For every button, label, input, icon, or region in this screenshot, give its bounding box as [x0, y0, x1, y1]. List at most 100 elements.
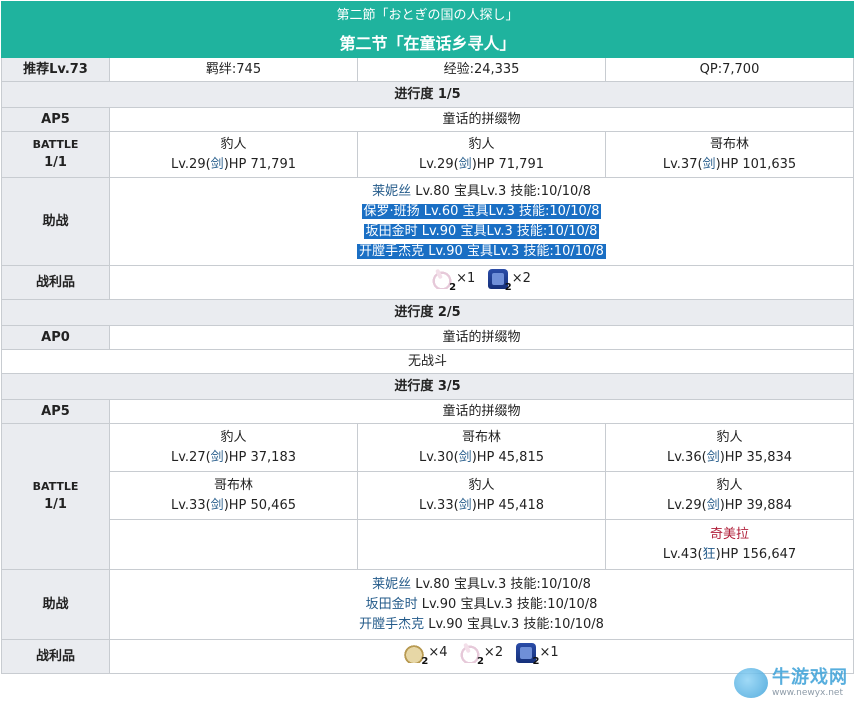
enemy-name: 哥布林 — [461, 429, 501, 445]
progress-header: 进行度 2/5 — [0, 299, 854, 326]
support-label: 助战 — [1, 177, 110, 266]
boss-name-link[interactable]: 奇美拉 — [710, 527, 749, 542]
servant-link[interactable]: 莱妮丝 — [372, 184, 411, 199]
loot-item: 2 ×2 — [459, 643, 503, 667]
progress-header: 进行度 1/5 — [0, 81, 854, 108]
ap-cost: AP5 — [1, 107, 110, 132]
boss-stats: Lv.43(狂)HP 156,647 — [662, 546, 797, 562]
area-name: 童话的拼缀物 — [108, 325, 854, 350]
enemy-stats: Lv.29(剑)HP 71,791 — [170, 156, 296, 172]
enemy-stats: Lv.30(剑)HP 45,815 — [418, 449, 544, 465]
class-link[interactable]: 剑 — [459, 498, 472, 513]
support-row: 坂田金时 Lv.90 宝具Lv.3 技能:10/10/8 — [365, 596, 598, 612]
class-link[interactable]: 剑 — [211, 498, 224, 513]
mascot-icon — [734, 668, 768, 698]
enemy-name: 豹人 — [468, 477, 495, 493]
enemy-stats: Lv.29(剑)HP 39,884 — [667, 497, 793, 513]
enemy-name: 豹人 — [220, 136, 247, 152]
loot-label: 战利品 — [1, 639, 110, 674]
loot-label: 战利品 — [1, 265, 110, 300]
enemy-stats: Lv.29(剑)HP 71,791 — [418, 156, 544, 172]
support-row: 莱妮丝 Lv.80 宝具Lv.3 技能:10/10/8 — [372, 576, 591, 592]
enemy-cell: 哥布林 Lv.33(剑)HP 50,465 — [109, 471, 358, 520]
recommended-level: 推荐Lv.73 — [1, 57, 110, 82]
enemy-stats: Lv.37(剑)HP 101,635 — [662, 156, 797, 172]
support-list: 莱妮丝 Lv.80 宝具Lv.3 技能:10/10/8 保罗·班扬 Lv.60 … — [108, 177, 854, 266]
enemy-stats: Lv.27(剑)HP 37,183 — [170, 449, 296, 465]
ap-cost: AP0 — [1, 325, 110, 350]
battle-count: 1/1 — [44, 154, 67, 170]
enemy-cell: 哥布林 Lv.30(剑)HP 45,815 — [357, 423, 606, 472]
class-link[interactable]: 剑 — [459, 450, 472, 465]
loot-item: 2 ×4 — [404, 643, 448, 667]
class-link[interactable]: 剑 — [211, 157, 224, 172]
progress-header: 进行度 3/5 — [0, 373, 854, 400]
enemy-name: 哥布林 — [213, 477, 253, 493]
enemy-cell: 豹人 Lv.29(剑)HP 71,791 — [357, 131, 606, 178]
loot-item: 2 ×1 — [515, 643, 559, 667]
bond-value: 羁绊:745 — [109, 57, 358, 82]
class-link[interactable]: 剑 — [707, 450, 720, 465]
servant-link[interactable]: 开膛手杰克 — [359, 244, 424, 259]
class-link[interactable]: 剑 — [707, 498, 720, 513]
loot-item: 2 ×2 — [487, 269, 531, 293]
lantern-item-icon[interactable]: 2 — [515, 643, 540, 667]
jp-title: 第二節「おとぎの国の人探し」 — [0, 1, 854, 30]
class-link[interactable]: 剑 — [459, 157, 472, 172]
battle-title: BATTLE — [32, 479, 79, 493]
battle-label: BATTLE 1/1 — [1, 423, 110, 570]
support-row: 坂田金时 Lv.90 宝具Lv.3 技能:10/10/8 — [363, 223, 600, 239]
enemy-cell: 豹人 Lv.27(剑)HP 37,183 — [109, 423, 358, 472]
support-row: 保罗·班扬 Lv.60 宝具Lv.3 技能:10/10/8 — [361, 203, 602, 219]
loot-list: 2 ×1 2 ×2 — [108, 265, 854, 300]
battle-title: BATTLE — [32, 137, 79, 151]
lantern-item-icon[interactable]: 2 — [487, 269, 512, 293]
enemy-stats: Lv.36(剑)HP 35,834 — [667, 449, 793, 465]
enemy-name: 豹人 — [716, 477, 743, 493]
battle-count: 1/1 — [44, 496, 67, 512]
no-battle-note: 无战斗 — [0, 349, 854, 374]
class-link[interactable]: 剑 — [211, 450, 224, 465]
boss-cell: 奇美拉 Lv.43(狂)HP 156,647 — [604, 519, 854, 570]
bunny-item-icon[interactable]: 2 — [432, 269, 456, 293]
enemy-name: 哥布林 — [710, 136, 750, 152]
enemy-stats: Lv.33(剑)HP 50,465 — [170, 497, 296, 513]
enemy-cell: 豹人 Lv.29(剑)HP 71,791 — [109, 131, 358, 178]
watermark-url: www.newyx.net — [772, 688, 844, 698]
support-list: 莱妮丝 Lv.80 宝具Lv.3 技能:10/10/8 坂田金时 Lv.90 宝… — [108, 569, 854, 640]
quest-table: 第二節「おとぎの国の人探し」 第二节「在童话乡寻人」 推荐Lv.73 羁绊:74… — [0, 1, 854, 674]
support-row: 开膛手杰克 Lv.90 宝具Lv.3 技能:10/10/8 — [357, 243, 606, 259]
empty-cell — [357, 519, 606, 570]
qp-value: QP:7,700 — [604, 57, 854, 82]
enemy-name: 豹人 — [716, 429, 743, 445]
class-link[interactable]: 剑 — [703, 157, 716, 172]
ap-cost: AP5 — [1, 399, 110, 424]
servant-link[interactable]: 开膛手杰克 — [359, 617, 424, 632]
exp-value: 经验:24,335 — [357, 57, 606, 82]
servant-link[interactable]: 莱妮丝 — [372, 577, 411, 592]
support-row: 莱妮丝 Lv.80 宝具Lv.3 技能:10/10/8 — [372, 183, 591, 199]
servant-link[interactable]: 坂田金时 — [366, 224, 418, 239]
loot-item: 2 ×1 — [432, 269, 475, 293]
support-row: 开膛手杰克 Lv.90 宝具Lv.3 技能:10/10/8 — [359, 616, 604, 632]
enemy-name: 豹人 — [468, 136, 495, 152]
battle-label: BATTLE 1/1 — [1, 131, 110, 178]
class-link[interactable]: 狂 — [703, 547, 716, 562]
bunny-item-icon[interactable]: 2 — [459, 643, 484, 667]
enemy-cell: 哥布林 Lv.37(剑)HP 101,635 — [604, 131, 854, 178]
area-name: 童话的拼缀物 — [108, 107, 854, 132]
servant-link[interactable]: 保罗·班扬 — [364, 204, 420, 219]
enemy-cell: 豹人 Lv.29(剑)HP 39,884 — [604, 471, 854, 520]
enemy-stats: Lv.33(剑)HP 45,418 — [418, 497, 544, 513]
enemy-cell: 豹人 Lv.33(剑)HP 45,418 — [357, 471, 606, 520]
pouch-item-icon[interactable]: 2 — [404, 643, 428, 667]
cn-title: 第二节「在童话乡寻人」 — [0, 29, 854, 58]
empty-cell — [109, 519, 358, 570]
area-name: 童话的拼缀物 — [108, 399, 854, 424]
support-label: 助战 — [1, 569, 110, 640]
enemy-cell: 豹人 Lv.36(剑)HP 35,834 — [604, 423, 854, 472]
servant-link[interactable]: 坂田金时 — [366, 597, 418, 612]
site-watermark: 牛游戏网 www.newyx.net — [734, 668, 848, 698]
enemy-name: 豹人 — [220, 429, 247, 445]
watermark-title: 牛游戏网 — [772, 667, 848, 688]
